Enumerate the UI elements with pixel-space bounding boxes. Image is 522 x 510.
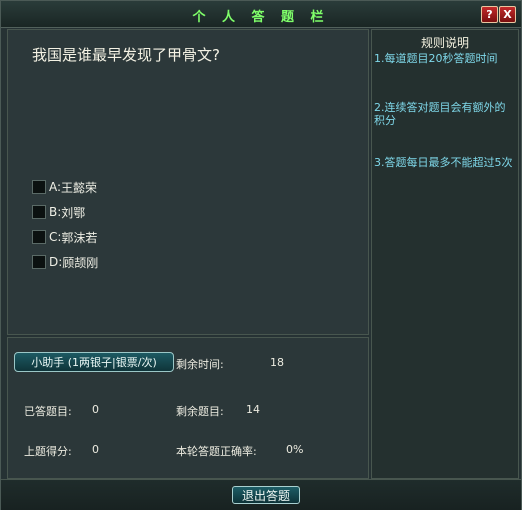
option-d-key: D: — [49, 255, 63, 269]
option-c-label: 郭沫若 — [61, 230, 98, 245]
footer-bar: 退出答题 — [1, 479, 521, 510]
time-left-label: 剩余时间: — [176, 358, 224, 371]
remaining-value: 14 — [246, 403, 260, 416]
help-button[interactable]: ? — [481, 6, 498, 23]
answered-value: 0 — [92, 403, 99, 416]
option-d[interactable]: D: 顾颉刚 — [32, 253, 98, 271]
option-a-label: 王懿荣 — [61, 180, 98, 195]
option-b-label: 刘鄂 — [61, 205, 86, 220]
window-title: 个 人 答 题 栏 — [192, 10, 330, 25]
option-a[interactable]: A: 王懿荣 — [32, 178, 97, 196]
quiz-window: 个 人 答 题 栏 ? X 我国是谁最早发现了甲骨文? A: 王懿荣 B: 刘鄂… — [0, 0, 522, 510]
question-panel: 我国是谁最早发现了甲骨文? A: 王懿荣 B: 刘鄂 C: 郭沫若 D: 顾颉刚 — [7, 29, 369, 335]
close-button[interactable]: X — [499, 6, 516, 23]
last-score-label: 上题得分: — [24, 445, 72, 458]
last-score-value: 0 — [92, 443, 99, 456]
helper-button[interactable]: 小助手 (1两银子|银票/次) — [14, 352, 174, 372]
rules-panel: 规则说明 1.每道题目20秒答题时间 2.连续答对题目会有额外的积分 3.答题每… — [371, 29, 519, 479]
option-a-key: A: — [49, 180, 62, 194]
option-c[interactable]: C: 郭沫若 — [32, 228, 97, 246]
time-left-value: 18 — [270, 356, 284, 369]
accuracy-value: 0% — [286, 443, 304, 456]
accuracy-label: 本轮答题正确率: — [176, 445, 257, 458]
option-c-checkbox[interactable] — [32, 230, 46, 244]
status-panel: 小助手 (1两银子|银票/次) 剩余时间: 18 已答题目: 0 剩余题目: 1… — [7, 337, 369, 479]
answered-label: 已答题目: — [24, 405, 72, 418]
rule-item: 3.答题每日最多不能超过5次 — [374, 156, 513, 169]
option-b-key: B: — [49, 205, 62, 219]
rules-title: 规则说明 — [420, 36, 469, 50]
option-c-key: C: — [49, 230, 62, 244]
title-bar[interactable]: 个 人 答 题 栏 ? X — [1, 1, 521, 28]
remaining-label: 剩余题目: — [176, 405, 224, 418]
option-d-label: 顾颉刚 — [62, 255, 99, 270]
option-b-checkbox[interactable] — [32, 205, 46, 219]
option-d-checkbox[interactable] — [32, 255, 46, 269]
exit-button[interactable]: 退出答题 — [232, 486, 300, 504]
question-text: 我国是谁最早发现了甲骨文? — [32, 46, 220, 64]
rule-item: 1.每道题目20秒答题时间 — [374, 52, 498, 65]
option-b[interactable]: B: 刘鄂 — [32, 203, 85, 221]
option-a-checkbox[interactable] — [32, 180, 46, 194]
rule-item: 2.连续答对题目会有额外的积分 — [374, 101, 506, 127]
